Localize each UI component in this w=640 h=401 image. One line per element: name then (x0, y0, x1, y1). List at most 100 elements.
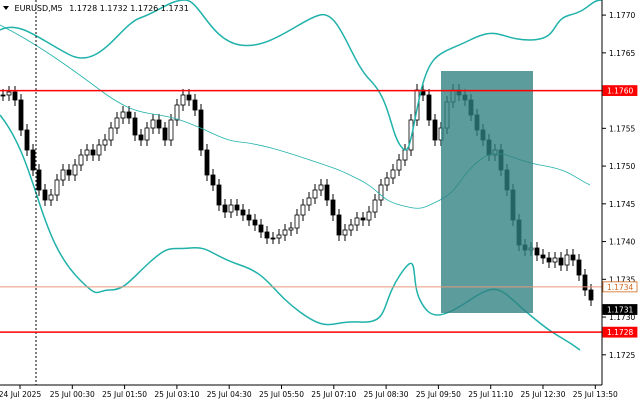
candle-body (192, 99, 198, 111)
candle-body (108, 127, 114, 141)
candle-body (240, 209, 246, 216)
candle-body (276, 234, 282, 239)
candle-body (348, 224, 354, 231)
candle-body (156, 119, 162, 129)
candle-body (342, 229, 348, 236)
candle-body (138, 134, 144, 141)
candle-body (282, 229, 288, 236)
candle-body (234, 204, 240, 211)
candle-body (570, 254, 576, 261)
candle-body (372, 199, 378, 213)
time-tick-label: 25 Jul 04:30 (207, 390, 252, 399)
price-tick-label: 1.1740 (609, 238, 635, 247)
candle-body (96, 144, 102, 156)
time-tick-label: 25 Jul 00:30 (50, 390, 95, 399)
candle-body (432, 119, 438, 141)
candle-body (366, 211, 372, 221)
candle-body (54, 179, 60, 196)
price-chart[interactable]: 1.17701.17651.17601.17551.17501.17451.17… (0, 0, 640, 401)
candle-body (102, 139, 108, 146)
price-tag-label: 1.1731 (607, 306, 633, 315)
candle-body (126, 111, 132, 119)
candle-body (558, 257, 564, 266)
candle-body (144, 127, 150, 141)
candle-body (66, 169, 72, 176)
candle-body (330, 199, 336, 216)
time-tick-label: 25 Jul 13:50 (573, 390, 618, 399)
candle-body (30, 149, 36, 171)
candle-body (336, 214, 342, 236)
candle-body (294, 214, 300, 229)
candle-body (378, 184, 384, 201)
price-tick-label: 1.1725 (609, 351, 635, 360)
time-axis: 24 Jul 2025 25 Jul 00:30 25 Jul 01:50 25 Ju… (0, 385, 618, 399)
candle-body (582, 274, 588, 291)
candle-body (396, 159, 402, 171)
time-tick-label: 25 Jul 03:10 (154, 390, 199, 399)
candle-body (216, 184, 222, 206)
candle-body (354, 217, 360, 226)
candle-body (360, 217, 366, 221)
candle-body (546, 257, 552, 263)
time-tick-label: 25 Jul 12:30 (521, 390, 566, 399)
time-tick-label: 24 Jul 2025 (0, 390, 41, 399)
symbol-header[interactable]: EURUSD,M5 1.1728 1.1732 1.1726 1.1731 (3, 4, 189, 13)
time-tick-label: 25 Jul 05:50 (259, 390, 304, 399)
price-tick-label: 1.1755 (609, 124, 635, 133)
candle-body (168, 119, 174, 141)
time-tick-label: 25 Jul 11:10 (468, 390, 513, 399)
candle-body (246, 214, 252, 221)
candle-body (24, 129, 30, 151)
candle-body (312, 189, 318, 199)
price-tag-label: 1.1734 (607, 283, 633, 292)
candle-body (390, 169, 396, 179)
time-tick-label: 25 Jul 07:10 (311, 390, 356, 399)
candle-body (12, 91, 18, 101)
candle-body (252, 219, 258, 226)
candle-body (72, 164, 78, 176)
candle-body (60, 169, 66, 181)
candle-body (6, 91, 12, 96)
candle-body (402, 149, 408, 161)
dropdown-triangle-icon[interactable] (3, 6, 9, 10)
candle-body (264, 231, 270, 239)
candle-body (552, 257, 558, 263)
price-tick-label: 1.1745 (609, 200, 635, 209)
candle-body (150, 119, 156, 129)
candle-body (198, 109, 204, 151)
candle-body (162, 127, 168, 141)
candle-body (78, 154, 84, 166)
candle-body (90, 149, 96, 156)
time-tick-label: 25 Jul 09:50 (416, 390, 461, 399)
candle-body (258, 224, 264, 233)
candle-body (84, 149, 90, 156)
price-tick-label: 1.1765 (609, 49, 635, 58)
candle-body (426, 94, 432, 121)
candle-body (306, 197, 312, 206)
candle-body (300, 204, 306, 216)
candle-body (228, 204, 234, 213)
candle-body (324, 184, 330, 201)
candle-body (18, 99, 24, 131)
price-tag-label: 1.1728 (607, 328, 633, 337)
candle-body (120, 111, 126, 119)
price-tick-label: 1.1770 (609, 11, 635, 20)
time-tick-label: 25 Jul 01:50 (102, 390, 147, 399)
candle-body (204, 149, 210, 176)
symbol-label: EURUSD,M5 (14, 4, 63, 13)
candle-body (564, 254, 570, 266)
candle-body (180, 94, 186, 106)
candle-body (48, 194, 54, 201)
candle-body (186, 94, 192, 101)
candle-body (270, 237, 276, 240)
candle-body (588, 289, 594, 301)
time-tick-label: 25 Jul 08:30 (364, 390, 409, 399)
candle-body (384, 177, 390, 186)
candle-body (210, 174, 216, 186)
candle-body (318, 184, 324, 191)
candle-body (174, 104, 180, 121)
candle-body (42, 189, 48, 201)
candle-body (222, 204, 228, 213)
ohlc-values: 1.1728 1.1732 1.1726 1.1731 (69, 4, 189, 13)
price-tick-label: 1.1750 (609, 162, 635, 171)
